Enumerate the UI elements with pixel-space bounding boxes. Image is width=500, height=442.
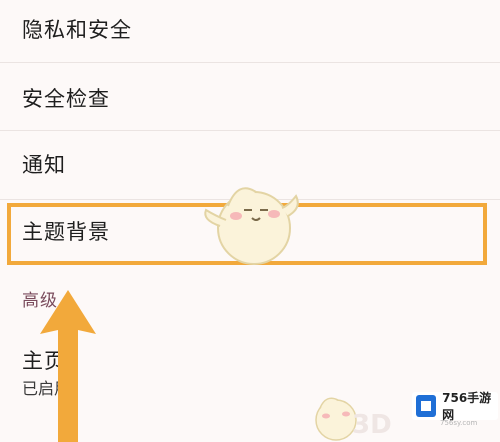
mascot-icon bbox=[204, 187, 299, 265]
settings-item-privacy[interactable]: 隐私和安全 bbox=[0, 0, 500, 62]
settings-item-label: 安全检查 bbox=[22, 87, 110, 111]
site-logo: 756手游网 bbox=[412, 391, 498, 422]
settings-item-label: 隐私和安全 bbox=[22, 18, 132, 42]
arrow-up-icon bbox=[40, 290, 96, 442]
watermark-text: 3D bbox=[352, 410, 392, 440]
logo-text: 756手游网 bbox=[442, 391, 492, 422]
settings-item-safety-check[interactable]: 安全检查 bbox=[0, 63, 500, 130]
logo-subtext: 756sy.com bbox=[440, 419, 478, 427]
settings-item-label: 通知 bbox=[22, 153, 66, 177]
cube-icon bbox=[416, 395, 437, 417]
